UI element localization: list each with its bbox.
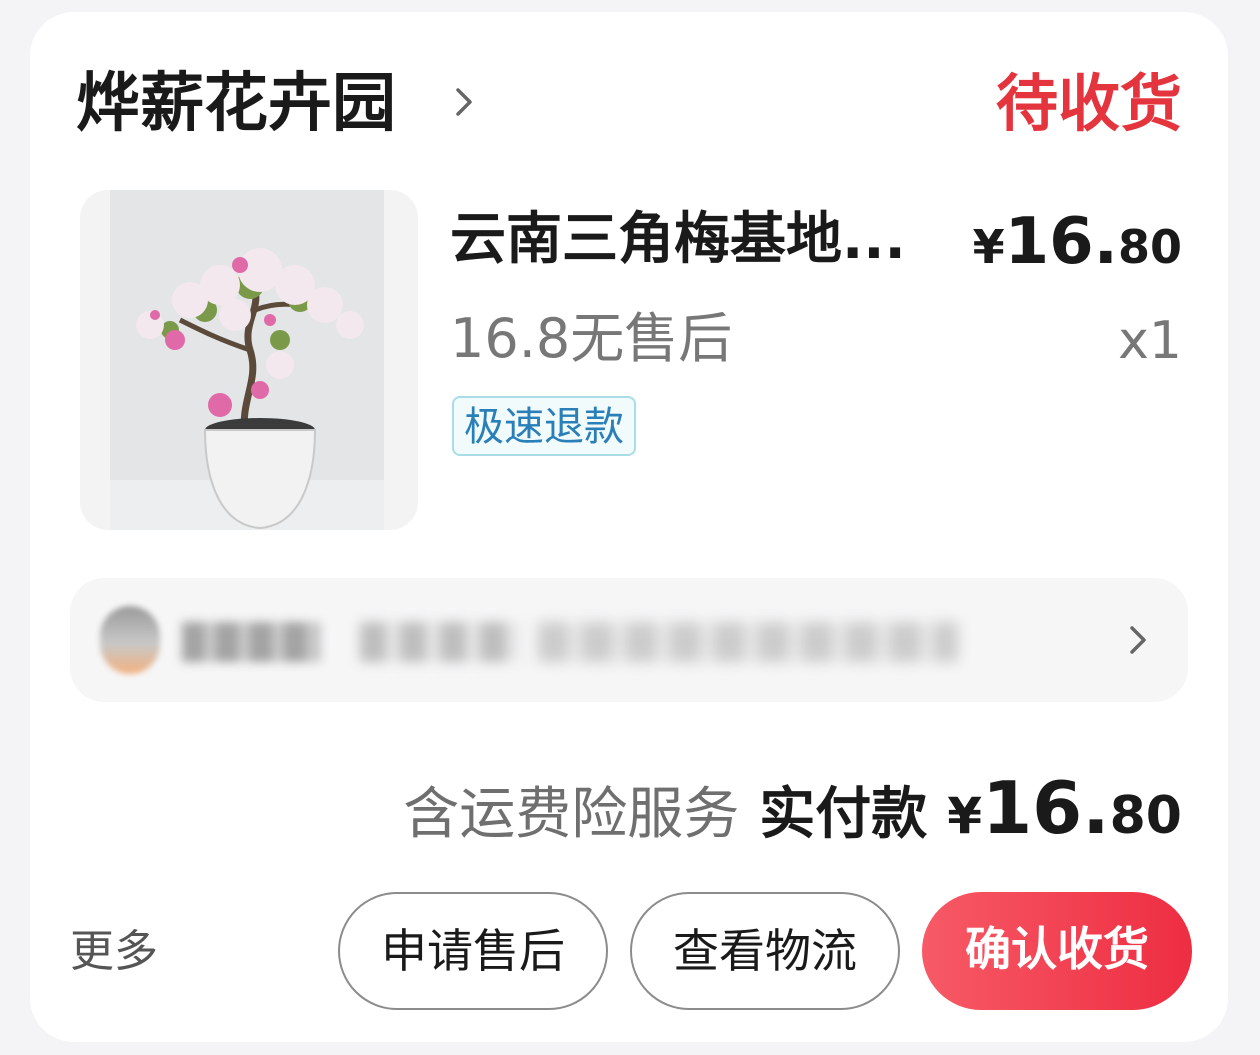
view-logistics-button[interactable]: 查看物流 (630, 892, 900, 1010)
blurred-recipient-name (182, 622, 320, 662)
more-button[interactable]: 更多 (70, 922, 158, 982)
paid-currency: ¥ (947, 787, 983, 845)
product-quantity: x1 (1118, 311, 1182, 371)
blurred-phone (360, 622, 520, 662)
paid-label: 实付款 (759, 782, 928, 847)
order-status: 待收货 (995, 67, 1182, 140)
product-image[interactable] (80, 190, 418, 530)
product-spec: 16.8无售后 (450, 307, 733, 370)
avatar (100, 606, 160, 674)
confirm-receipt-button[interactable]: 确认收货 (922, 892, 1192, 1010)
shop-name[interactable]: 烨薪花卉园 (76, 64, 396, 144)
payment-summary: 含运费险服务 实付款 ¥16.80 (403, 768, 1182, 868)
price-decimal: 80 (1117, 220, 1182, 274)
paid-integer: 16. (982, 766, 1110, 850)
apply-aftersale-button[interactable]: 申请售后 (338, 892, 608, 1010)
order-card: 烨薪花卉园 待收货 云南三角梅基地... ¥16.80 16.8无售后 x1 极… (30, 12, 1228, 1042)
paid-decimal: 80 (1109, 786, 1182, 846)
fast-refund-tag: 极速退款 (452, 396, 636, 456)
price-integer: 16. (1004, 205, 1118, 279)
address-row[interactable] (70, 578, 1188, 702)
plant-image (110, 190, 384, 530)
chevron-right-icon[interactable] (1118, 620, 1158, 660)
product-price: ¥16.80 (973, 204, 1182, 296)
price-currency: ¥ (972, 220, 1005, 274)
shipping-insurance-label: 含运费险服务 (403, 782, 740, 847)
chevron-right-icon[interactable] (444, 82, 484, 122)
product-title[interactable]: 云南三角梅基地... (450, 200, 970, 280)
blurred-address (538, 622, 958, 662)
